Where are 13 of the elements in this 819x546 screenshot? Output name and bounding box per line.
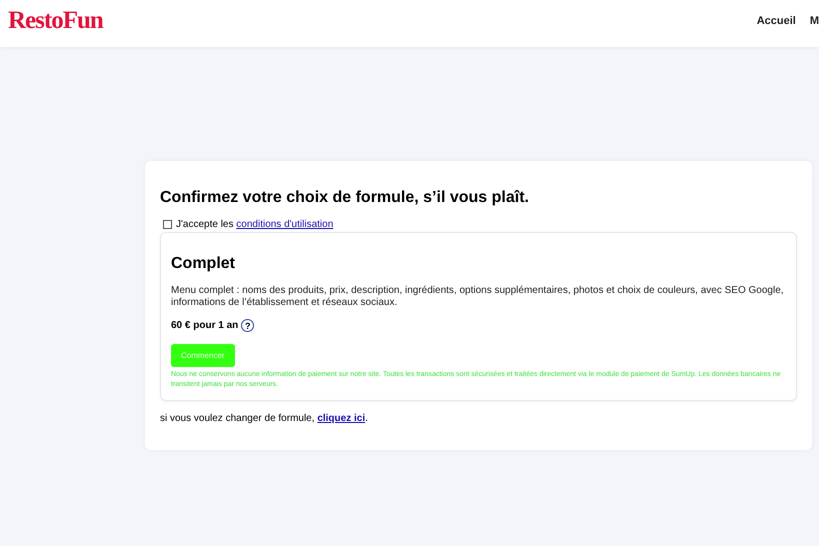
plan-price: 60 € pour 1 an bbox=[171, 320, 238, 331]
nav-link[interactable]: M bbox=[810, 14, 819, 26]
checkbox[interactable] bbox=[163, 220, 172, 229]
change-plan-link[interactable]: cliquez ici bbox=[317, 413, 366, 424]
page-heading: Confirmez votre choix de formule, s’il vous plaît. bbox=[160, 189, 530, 207]
terms-link[interactable]: conditions d'utilisation bbox=[236, 219, 334, 230]
plan-title: Complet bbox=[171, 255, 236, 273]
logo[interactable]: RestoFun bbox=[8, 6, 103, 34]
help-button[interactable]: ? bbox=[241, 319, 254, 332]
nav-link[interactable]: Accueil bbox=[756, 14, 796, 26]
plan-description: Menu complet : noms des produits, prix, description, ingrédients, options supplémentaires, photos et choix de couleurs, avec SEO Google, informations de l’établissement et réseaux sociaux. bbox=[171, 285, 785, 309]
change-plan-text: si vous voulez changer de formule, cliquez ici. bbox=[160, 413, 369, 424]
terms-label: J'accepte les conditions d'utilisation bbox=[176, 219, 334, 230]
